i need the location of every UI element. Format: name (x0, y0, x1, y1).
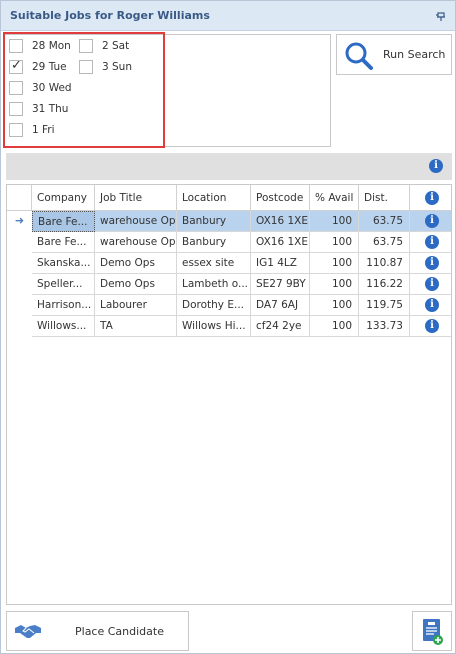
cell-company[interactable]: Skanska... (32, 253, 95, 274)
cell-avail[interactable]: 100 (310, 295, 359, 316)
cell-dist[interactable]: 63.75 (359, 232, 410, 253)
pin-icon[interactable] (435, 10, 447, 22)
table-row[interactable]: Speller... Demo Ops Lambeth o... SE27 9B… (7, 274, 451, 295)
table-row[interactable]: Willows... TA Willows Hi... cf24 2ye 100… (7, 316, 451, 337)
row-indicator-header (7, 185, 32, 211)
cell-postcode[interactable]: OX16 1XE (251, 211, 310, 232)
cell-avail[interactable]: 100 (310, 232, 359, 253)
cell-location[interactable]: Banbury (177, 232, 251, 253)
cell-dist[interactable]: 133.73 (359, 316, 410, 337)
cell-postcode[interactable]: cf24 2ye (251, 316, 310, 337)
cell-job-title[interactable]: Demo Ops (95, 253, 177, 274)
column-header-location[interactable]: Location (177, 185, 251, 211)
cell-avail[interactable]: 100 (310, 211, 359, 232)
suitable-jobs-panel: Suitable Jobs for Roger Williams 28 Mon … (0, 0, 456, 654)
cell-info[interactable]: i (410, 295, 451, 316)
info-bar: i (6, 153, 452, 180)
cell-dist[interactable]: 119.75 (359, 295, 410, 316)
place-candidate-button[interactable]: Place Candidate (6, 611, 189, 651)
table-row[interactable]: Harrison... Labourer Dorothy E... DA7 6A… (7, 295, 451, 316)
cell-location[interactable]: Willows Hi... (177, 316, 251, 337)
table-row[interactable]: Bare Fe... warehouse Op Banbury OX16 1XE… (7, 232, 451, 253)
info-icon[interactable]: i (425, 319, 439, 333)
place-candidate-label: Place Candidate (75, 625, 164, 638)
info-icon: i (425, 191, 439, 205)
column-header-company[interactable]: Company (32, 185, 95, 211)
cell-avail[interactable]: 100 (310, 274, 359, 295)
cell-info[interactable]: i (410, 211, 451, 232)
column-header-avail[interactable]: % Avail (310, 185, 359, 211)
search-icon (345, 42, 373, 70)
cell-info[interactable]: i (410, 316, 451, 337)
cell-job-title[interactable]: Demo Ops (95, 274, 177, 295)
info-icon[interactable]: i (425, 214, 439, 228)
cell-company[interactable]: Willows... (32, 316, 95, 337)
document-add-icon (423, 619, 443, 645)
cell-dist[interactable]: 63.75 (359, 211, 410, 232)
table-row[interactable]: ➜ Bare Fe... warehouse Op Banbury OX16 1… (7, 211, 451, 232)
cell-job-title[interactable]: Labourer (95, 295, 177, 316)
cell-job-title[interactable]: TA (95, 316, 177, 337)
cell-company[interactable]: Harrison... (32, 295, 95, 316)
cell-location[interactable]: Banbury (177, 211, 251, 232)
column-header-dist[interactable]: Dist. (359, 185, 410, 211)
add-document-button[interactable] (412, 611, 452, 651)
cell-postcode[interactable]: IG1 4LZ (251, 253, 310, 274)
cell-location[interactable]: essex site (177, 253, 251, 274)
cell-job-title[interactable]: warehouse Op (95, 232, 177, 253)
grid-header: Company Job Title Location Postcode % Av… (7, 185, 451, 211)
info-icon[interactable]: i (425, 256, 439, 270)
cell-location[interactable]: Dorothy E... (177, 295, 251, 316)
table-row[interactable]: Skanska... Demo Ops essex site IG1 4LZ 1… (7, 253, 451, 274)
cell-dist[interactable]: 110.87 (359, 253, 410, 274)
info-icon[interactable]: i (429, 159, 443, 173)
cell-location[interactable]: Lambeth o... (177, 274, 251, 295)
highlight-annotation (3, 32, 165, 148)
cell-postcode[interactable]: OX16 1XE (251, 232, 310, 253)
cell-company[interactable]: Bare Fe... (32, 211, 95, 232)
column-header-postcode[interactable]: Postcode (251, 185, 310, 211)
cell-postcode[interactable]: DA7 6AJ (251, 295, 310, 316)
column-header-info: i (410, 185, 451, 211)
handshake-icon (15, 625, 41, 638)
cell-info[interactable]: i (410, 253, 451, 274)
cell-postcode[interactable]: SE27 9BY (251, 274, 310, 295)
info-icon[interactable]: i (425, 298, 439, 312)
cell-dist[interactable]: 116.22 (359, 274, 410, 295)
run-search-label: Run Search (383, 48, 446, 61)
column-header-job-title[interactable]: Job Title (95, 185, 177, 211)
cell-info[interactable]: i (410, 274, 451, 295)
cell-job-title[interactable]: warehouse Op (95, 211, 177, 232)
cell-info[interactable]: i (410, 232, 451, 253)
run-search-button[interactable]: Run Search (336, 34, 452, 75)
cell-company[interactable]: Speller... (32, 274, 95, 295)
cell-avail[interactable]: 100 (310, 316, 359, 337)
cell-avail[interactable]: 100 (310, 253, 359, 274)
row-arrow-icon: ➜ (14, 214, 25, 227)
info-icon[interactable]: i (425, 235, 439, 249)
panel-titlebar: Suitable Jobs for Roger Williams (1, 1, 455, 31)
panel-title: Suitable Jobs for Roger Williams (10, 9, 210, 22)
cell-company[interactable]: Bare Fe... (32, 232, 95, 253)
info-icon[interactable]: i (425, 277, 439, 291)
jobs-grid: Company Job Title Location Postcode % Av… (6, 184, 452, 605)
